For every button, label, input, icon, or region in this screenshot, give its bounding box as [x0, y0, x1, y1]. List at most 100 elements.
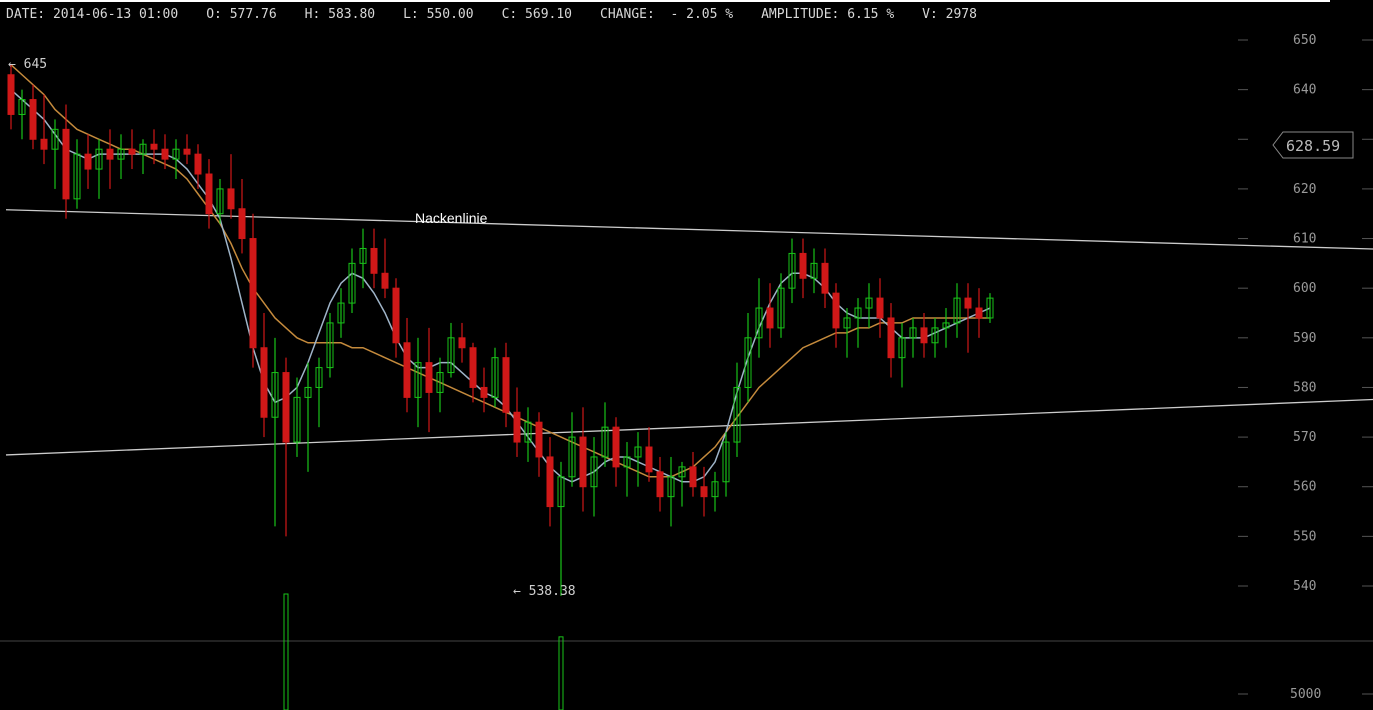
candle: [623, 442, 631, 497]
candle-body: [645, 446, 653, 473]
candle: [260, 313, 268, 438]
candle: [733, 362, 741, 457]
candle: [645, 427, 653, 482]
candle: [414, 337, 422, 428]
candle-body: [62, 128, 70, 200]
candle: [359, 228, 367, 289]
candle-body: [975, 307, 983, 319]
neckline-label: Nackenlinie: [415, 210, 488, 226]
candle-body: [403, 342, 411, 398]
candle-body: [513, 411, 521, 443]
moving-averages: [10, 64, 991, 483]
candle: [381, 238, 389, 299]
candle: [458, 322, 466, 363]
candle-body: [799, 252, 807, 279]
candle: [51, 119, 59, 189]
candle-body: [535, 421, 543, 458]
candle: [128, 129, 136, 170]
volume-bars: [283, 593, 564, 710]
candle: [139, 139, 147, 175]
candle: [513, 387, 521, 457]
candle: [744, 313, 752, 403]
candle: [337, 288, 345, 338]
ma-slow-line: [10, 64, 990, 478]
candle-body: [238, 208, 246, 240]
candle: [579, 407, 587, 512]
candle-body: [106, 148, 114, 160]
candle: [909, 317, 917, 358]
candle: [205, 159, 213, 229]
candle-body: [546, 456, 554, 508]
candle-body: [370, 247, 378, 274]
y-tick-label: 560: [1293, 480, 1316, 495]
high-marker: ← 645: [8, 57, 47, 72]
y-tick-label: 580: [1293, 380, 1316, 395]
date-field: DATE: 2014-06-13 01:00: [6, 7, 179, 22]
candle-body: [964, 297, 972, 309]
candle: [436, 357, 444, 413]
candle: [711, 471, 719, 512]
candle: [95, 139, 103, 199]
y-tick-label: 540: [1293, 579, 1316, 594]
y-tick-label: 610: [1293, 232, 1316, 247]
candle-body: [458, 337, 466, 349]
volume-bar: [283, 593, 289, 710]
candle: [865, 283, 873, 328]
low-field: L: 550.00: [403, 7, 474, 22]
price-badge: 628.59: [1272, 131, 1354, 159]
candle: [117, 134, 125, 179]
candle: [425, 327, 433, 433]
candle: [370, 228, 378, 289]
candle-body: [425, 362, 433, 393]
candle: [348, 248, 356, 313]
price-chart[interactable]: 5405505605705805906006106206306406505000…: [0, 0, 1373, 710]
candle-body: [689, 466, 697, 488]
candle: [975, 288, 983, 338]
candle-body: [249, 238, 257, 349]
candle: [172, 139, 180, 179]
candle-body: [700, 486, 708, 498]
candle: [535, 412, 543, 477]
candle: [403, 317, 411, 413]
candle: [986, 293, 994, 323]
candle: [799, 238, 807, 299]
y-tick-label: 570: [1293, 430, 1316, 445]
candle: [546, 437, 554, 527]
candle: [766, 283, 774, 348]
candle: [777, 273, 785, 338]
candle: [601, 402, 609, 467]
candle-body: [502, 357, 510, 413]
change-field: CHANGE: - 2.05 %: [600, 7, 734, 22]
candle-body: [227, 188, 235, 210]
candle-body: [260, 347, 268, 418]
candle-body: [656, 471, 664, 498]
candle: [788, 238, 796, 304]
candle: [612, 417, 620, 487]
candle-body: [194, 153, 202, 175]
candle: [689, 451, 697, 497]
candle-body: [887, 317, 895, 359]
candle: [183, 134, 191, 165]
candle: [678, 461, 686, 507]
candle: [821, 248, 829, 309]
ma-fast-line: [10, 89, 991, 483]
candle: [282, 357, 290, 537]
candle: [722, 432, 730, 497]
candle: [106, 129, 114, 189]
candle: [832, 283, 840, 348]
candle-body: [469, 347, 477, 388]
y-tick-label: 650: [1293, 33, 1316, 48]
candle-body: [161, 148, 169, 160]
candle: [931, 317, 939, 358]
candle: [271, 337, 279, 527]
candle: [590, 437, 598, 517]
candle: [568, 412, 576, 487]
ohlc-info-bar: DATE: 2014-06-13 01:00 O: 577.76 H: 583.80…: [0, 0, 1330, 28]
candle-body: [766, 307, 774, 329]
y-tick-label: 550: [1293, 529, 1316, 544]
candle-body: [205, 173, 213, 215]
candle-body: [128, 148, 136, 155]
candle: [953, 283, 961, 338]
candle-body: [392, 287, 400, 344]
candle: [249, 213, 257, 368]
